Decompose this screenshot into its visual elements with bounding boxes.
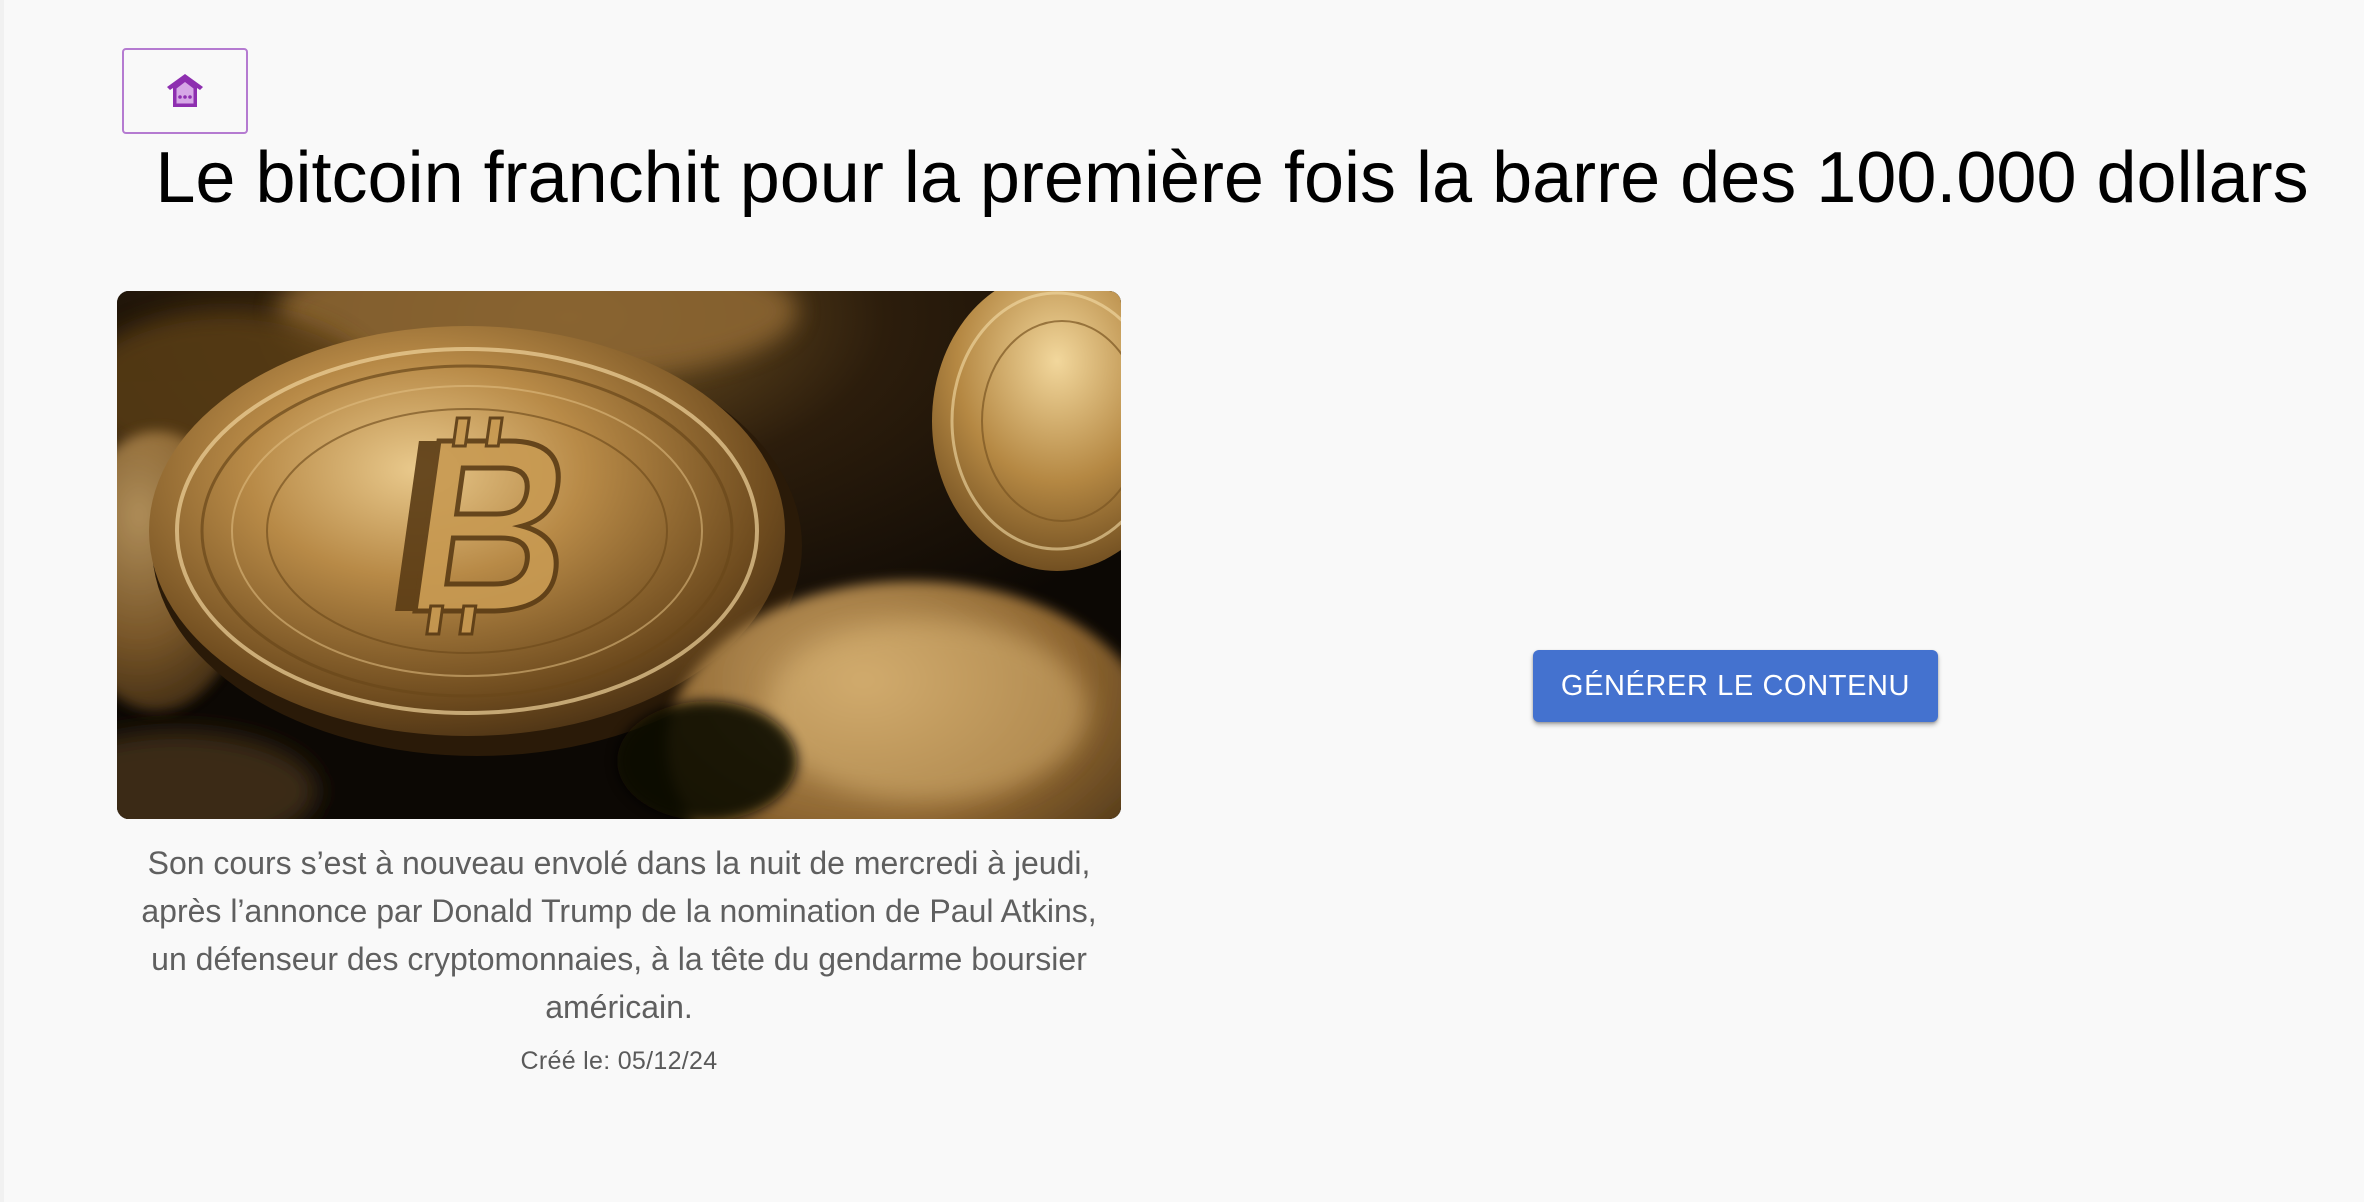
home-icon [162,68,208,114]
home-button[interactable] [122,48,248,134]
article-image [117,291,1121,819]
page: Le bitcoin franchit pour la première foi… [0,0,2364,1202]
page-title: Le bitcoin franchit pour la première foi… [155,138,2309,218]
generate-content-button[interactable]: Générer le contenu [1533,650,1938,722]
bitcoin-coins-illustration [117,291,1121,819]
article-created-date: Créé le: 05/12/24 [520,1047,718,1075]
article-summary: Son cours s’est à nouveau envolé dans la… [141,845,1097,1025]
article-card: Son cours s’est à nouveau envolé dans la… [117,291,1121,1077]
